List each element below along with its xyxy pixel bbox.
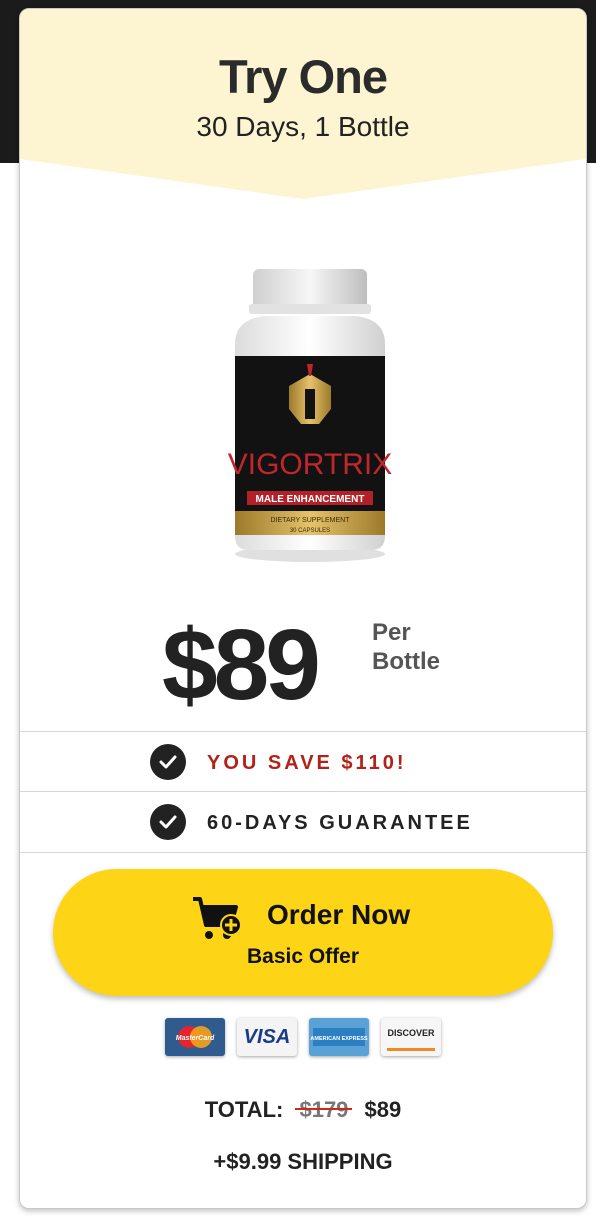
- mastercard-icon: MasterCard: [165, 1018, 225, 1056]
- benefit-row-savings: YOU SAVE $110!: [20, 731, 586, 792]
- order-now-button[interactable]: Order Now Basic Offer: [53, 869, 553, 996]
- benefit-row-guarantee: 60-DAYS GUARANTEE: [20, 791, 586, 853]
- total-price: $89: [364, 1097, 402, 1122]
- shipping-cost: +$9.99 SHIPPING: [213, 1149, 393, 1174]
- visa-icon: VISA: [237, 1018, 297, 1056]
- price-amount: $89: [162, 609, 321, 721]
- old-price-strikethrough: $179: [299, 1097, 349, 1122]
- svg-text:MALE ENHANCEMENT: MALE ENHANCEMENT: [256, 494, 365, 505]
- guarantee-text: 60-DAYS GUARANTEE: [207, 812, 473, 834]
- check-icon: [150, 804, 186, 840]
- offer-header: Try One 30 Days, 1 Bottle: [20, 9, 586, 209]
- amex-icon: AMERICAN EXPRESS: [309, 1018, 369, 1056]
- mastercard-label: MasterCard: [176, 1035, 215, 1042]
- header-chevron-background: [20, 9, 586, 199]
- per-label-line2: Bottle: [372, 648, 440, 675]
- offer-title: Try One: [218, 50, 388, 103]
- discover-label: DISCOVER: [387, 1028, 435, 1038]
- order-offer-label: Basic Offer: [246, 945, 360, 968]
- offer-card: Try One 30 Days, 1 Bottle VIGORTRIX MALE…: [19, 8, 587, 1209]
- payment-methods: MasterCard VISA AMERICAN EXPRESS DISCOVE…: [165, 1018, 441, 1060]
- total-label: TOTAL:: [204, 1097, 284, 1122]
- amex-label: AMERICAN EXPRESS: [310, 1036, 367, 1042]
- svg-text:VIGORTRIX: VIGORTRIX: [228, 448, 392, 481]
- cart-plus-icon: [193, 897, 242, 939]
- svg-text:DIETARY SUPPLEMENT: DIETARY SUPPLEMENT: [271, 517, 351, 524]
- order-now-label: Order Now: [267, 899, 411, 930]
- per-label-line1: Per: [372, 619, 411, 646]
- discover-icon: DISCOVER: [381, 1018, 441, 1056]
- price-per-bottle: Per Bottle: [372, 618, 472, 676]
- savings-text: YOU SAVE $110!: [207, 752, 407, 774]
- svg-text:30 CAPSULES: 30 CAPSULES: [290, 528, 330, 534]
- product-bottle-image: VIGORTRIX MALE ENHANCEMENT DIETARY SUPPL…: [225, 264, 395, 564]
- check-icon: [150, 744, 186, 780]
- offer-subtitle: 30 Days, 1 Bottle: [196, 111, 410, 142]
- total-line: TOTAL: $179 $89: [20, 1097, 586, 1123]
